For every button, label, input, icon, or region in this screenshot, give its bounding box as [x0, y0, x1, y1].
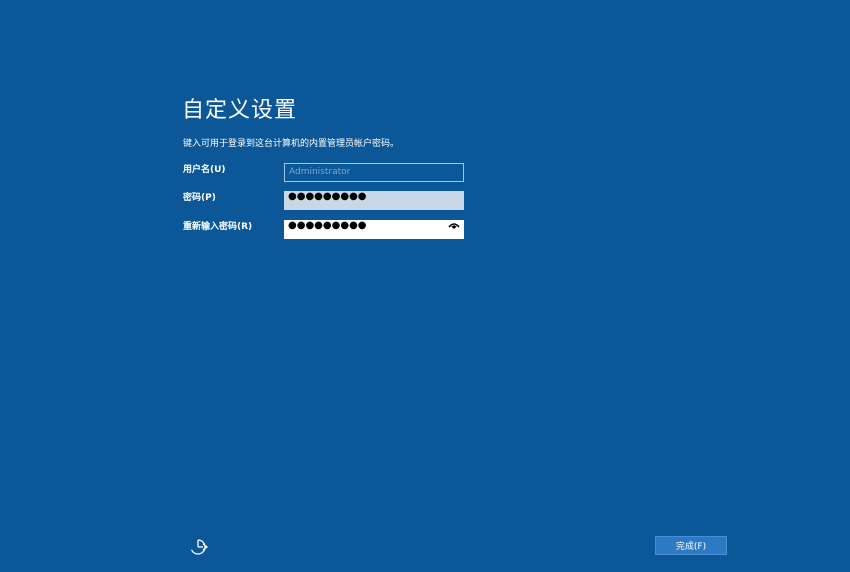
page-description: 键入可用于登录到这台计算机的内置管理员帐户密码。 — [183, 139, 400, 149]
password-input[interactable] — [284, 190, 464, 210]
eye-icon[interactable] — [447, 219, 461, 232]
username-input[interactable] — [284, 162, 464, 182]
username-row: 用户名(U) — [183, 159, 464, 182]
username-label: 用户名(U) — [183, 165, 226, 175]
confirm-password-field-wrapper: ●●●●●●●●● — [284, 216, 464, 239]
ease-of-access-icon[interactable] — [188, 536, 210, 556]
password-row: 密码(P) ●●●●●●●●● — [183, 187, 464, 210]
finish-button[interactable]: 完成(F) — [655, 536, 727, 555]
username-field-wrapper — [284, 159, 464, 182]
password-field-wrapper: ●●●●●●●●● — [284, 187, 464, 210]
confirm-password-row: 重新输入密码(R) ●●●●●●●●● — [183, 216, 464, 239]
password-label: 密码(P) — [183, 193, 216, 203]
confirm-password-label: 重新输入密码(R) — [183, 222, 253, 232]
confirm-password-input[interactable] — [284, 219, 464, 239]
page-title: 自定义设置 — [182, 98, 298, 123]
setup-screen: 自定义设置 键入可用于登录到这台计算机的内置管理员帐户密码。 用户名(U) 密码… — [0, 0, 850, 572]
